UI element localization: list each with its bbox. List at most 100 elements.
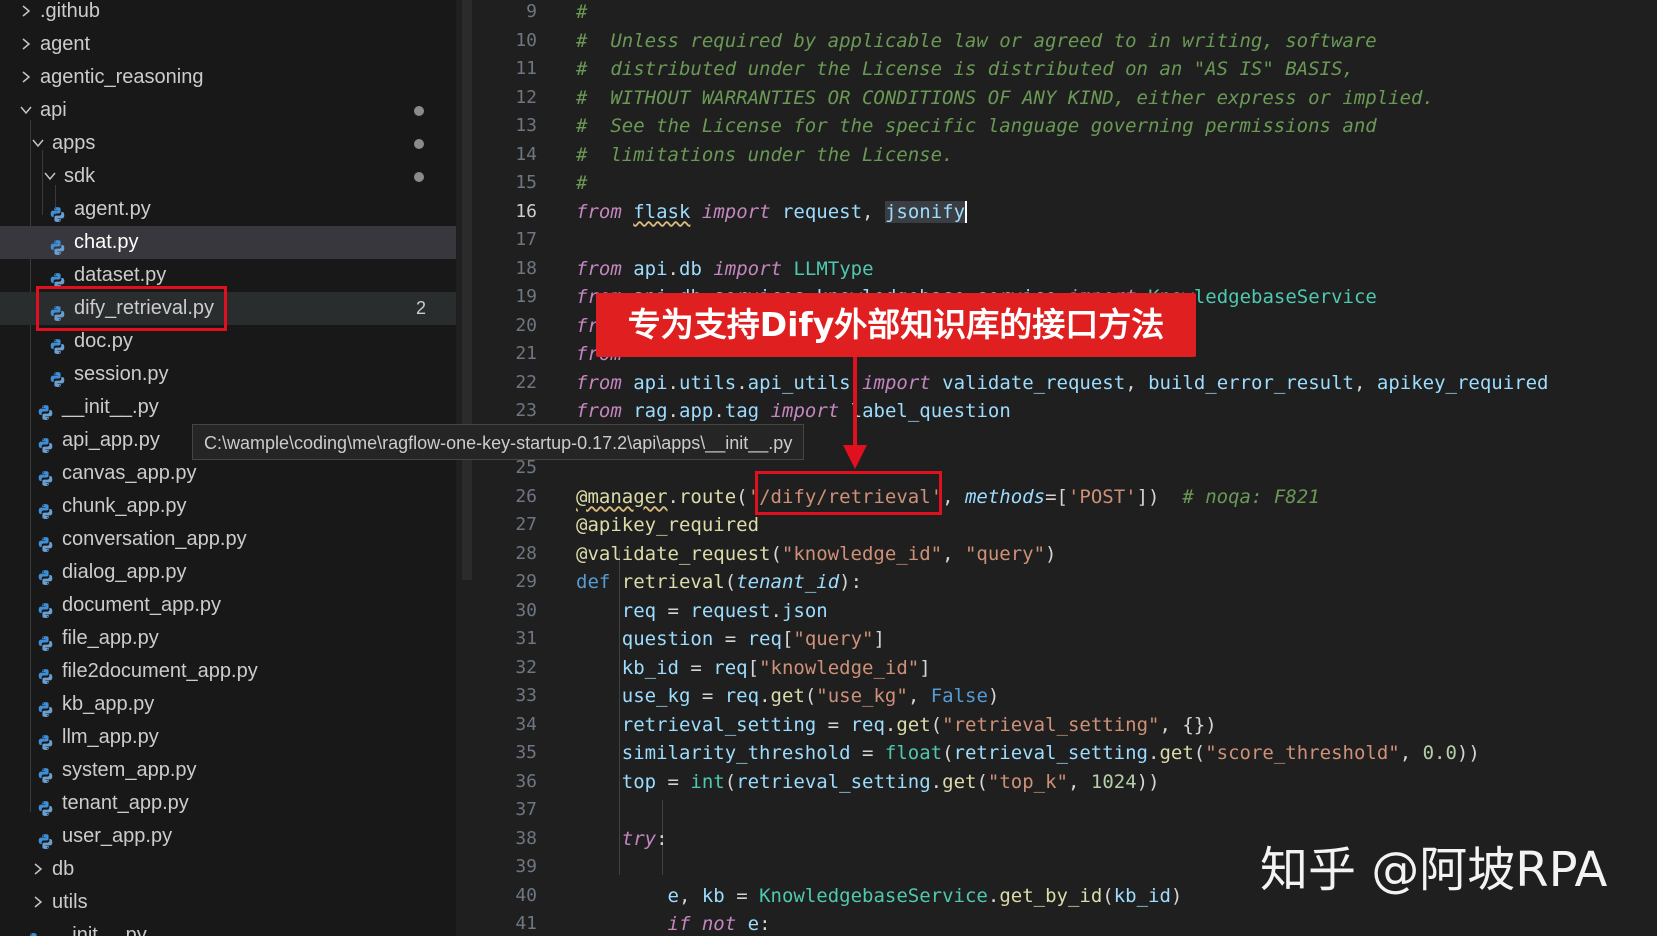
explorer-scrollbar[interactable]: [462, 0, 472, 580]
code-line[interactable]: from flask import request, jsonify: [576, 198, 968, 227]
chevron-right-icon[interactable]: [18, 0, 34, 28]
tree-file-system-app-py[interactable]: system_app.py: [0, 754, 456, 787]
line-number: 32: [515, 656, 537, 678]
line-number: 13: [515, 115, 537, 136]
line-number: 40: [515, 884, 537, 906]
python-file-icon: [37, 762, 54, 783]
tree-item-label: file_app.py: [62, 627, 159, 649]
tree-file-init-py[interactable]: __init__.py: [0, 391, 456, 424]
tree-file-llm-app-py[interactable]: llm_app.py: [0, 721, 456, 754]
code-line[interactable]: # Unless required by applicable law or a…: [576, 27, 1377, 56]
tree-file-chat-py[interactable]: chat.py: [0, 226, 456, 259]
tree-item-label: chat.py: [74, 231, 139, 253]
tree-item-label: file2document_app.py: [62, 660, 258, 682]
modified-dot-icon: [414, 172, 424, 182]
code-line[interactable]: # limitations under the License.: [576, 141, 954, 170]
chevron-right-icon[interactable]: [18, 28, 34, 61]
highlight-box-filename: [36, 286, 227, 331]
tree-item-label: session.py: [74, 363, 169, 385]
tree-file-file2document-app-py[interactable]: file2document_app.py: [0, 655, 456, 688]
chevron-right-icon[interactable]: [30, 853, 46, 886]
tree-item-label: system_app.py: [62, 759, 197, 781]
code-line[interactable]: # distributed under the License is distr…: [576, 55, 1354, 84]
code-line[interactable]: try:: [576, 825, 668, 854]
tree-file-init-py[interactable]: __init__.py: [0, 919, 456, 936]
code-line[interactable]: similarity_threshold = float(retrieval_s…: [576, 739, 1480, 768]
tree-file-document-app-py[interactable]: document_app.py: [0, 589, 456, 622]
tree-file-dialog-app-py[interactable]: dialog_app.py: [0, 556, 456, 589]
code-line[interactable]: # WITHOUT WARRANTIES OR CONDITIONS OF AN…: [576, 84, 1434, 113]
tree-folder-github[interactable]: .github: [0, 0, 456, 28]
tree-item-label: utils: [52, 891, 88, 913]
annotation-arrow: [843, 357, 867, 469]
line-number: 15: [515, 172, 537, 193]
tree-item-label: agent: [40, 33, 91, 55]
chevron-right-icon[interactable]: [18, 61, 34, 94]
tree-file-conversation-app-py[interactable]: conversation_app.py: [0, 523, 456, 556]
code-line[interactable]: if not e:: [576, 910, 771, 936]
line-number: 16: [515, 200, 537, 222]
tree-item-label: llm_app.py: [62, 726, 159, 748]
code-line[interactable]: retrieval_setting = req.get("retrieval_s…: [576, 711, 1217, 740]
tree-item-label: api_app.py: [62, 429, 160, 451]
code-line[interactable]: def retrieval(tenant_id):: [576, 568, 862, 597]
code-editor[interactable]: 9 #10 # Unless required by applicable law …: [474, 0, 1657, 936]
line-number: 30: [515, 599, 537, 621]
tree-folder-sdk[interactable]: sdk: [0, 160, 456, 193]
tree-file-agent-py[interactable]: agent.py: [0, 193, 456, 226]
tree-folder-utils[interactable]: utils: [0, 886, 456, 919]
chevron-down-icon[interactable]: [30, 127, 46, 160]
python-file-icon: [37, 597, 54, 618]
code-line[interactable]: @manager.route('/dify/retrieval', method…: [576, 483, 1320, 512]
code-line[interactable]: e, kb = KnowledgebaseService.get_by_id(k…: [576, 882, 1183, 911]
tree-item-label: user_app.py: [62, 825, 173, 847]
line-number: 12: [515, 86, 537, 108]
code-line[interactable]: from rag.app.tag import label_question: [576, 397, 1011, 426]
tree-item-label: apps: [52, 132, 96, 154]
code-line[interactable]: req = request.json: [576, 597, 828, 626]
code-line[interactable]: question = req["query"]: [576, 625, 885, 654]
python-file-icon: [37, 828, 54, 849]
code-line[interactable]: @apikey_required: [576, 511, 759, 540]
tree-item-label: conversation_app.py: [62, 528, 247, 550]
tree-file-user-app-py[interactable]: user_app.py: [0, 820, 456, 853]
tree-folder-db[interactable]: db: [0, 853, 456, 886]
tree-file-file-app-py[interactable]: file_app.py: [0, 622, 456, 655]
python-file-icon: [37, 399, 54, 420]
code-line[interactable]: top = int(retrieval_setting.get("top_k",…: [576, 768, 1160, 797]
line-number: 27: [515, 514, 537, 535]
tree-item-label: chunk_app.py: [62, 495, 187, 517]
line-number: 20: [515, 314, 537, 336]
line-number: 21: [515, 343, 537, 364]
tree-file-tenant-app-py[interactable]: tenant_app.py: [0, 787, 456, 820]
chevron-down-icon[interactable]: [18, 94, 34, 127]
code-line[interactable]: @validate_request("knowledge_id", "query…: [576, 540, 1057, 569]
line-number: 33: [515, 685, 537, 706]
code-line[interactable]: # See the License for the specific langu…: [576, 112, 1377, 141]
tree-folder-api[interactable]: api: [0, 94, 456, 127]
python-file-icon: [37, 531, 54, 552]
python-file-icon: [49, 234, 66, 255]
python-file-icon: [49, 366, 66, 387]
code-line[interactable]: #: [576, 169, 587, 198]
code-line[interactable]: from api.utils.api_utils import validate…: [576, 369, 1548, 398]
chevron-down-icon[interactable]: [42, 160, 58, 193]
tree-folder-agent[interactable]: agent: [0, 28, 456, 61]
file-path-tooltip: C:\wample\coding\me\ragflow-one-key-star…: [192, 424, 805, 460]
tree-file-chunk-app-py[interactable]: chunk_app.py: [0, 490, 456, 523]
tree-file-canvas-app-py[interactable]: canvas_app.py: [0, 457, 456, 490]
line-number: 17: [515, 229, 537, 250]
tree-folder-agentic-reasoning[interactable]: agentic_reasoning: [0, 61, 456, 94]
code-line[interactable]: use_kg = req.get("use_kg", False): [576, 682, 1000, 711]
chevron-right-icon[interactable]: [30, 886, 46, 919]
tree-folder-apps[interactable]: apps: [0, 127, 456, 160]
tree-file-session-py[interactable]: session.py: [0, 358, 456, 391]
tree-file-kb-app-py[interactable]: kb_app.py: [0, 688, 456, 721]
problem-count-badge: 2: [415, 298, 426, 318]
code-line[interactable]: #: [576, 0, 587, 27]
tree-item-label: db: [52, 858, 75, 880]
code-line[interactable]: kb_id = req["knowledge_id"]: [576, 654, 931, 683]
python-file-icon: [37, 498, 54, 519]
line-number: 9: [526, 1, 537, 22]
code-line[interactable]: from api.db import LLMType: [576, 255, 874, 284]
